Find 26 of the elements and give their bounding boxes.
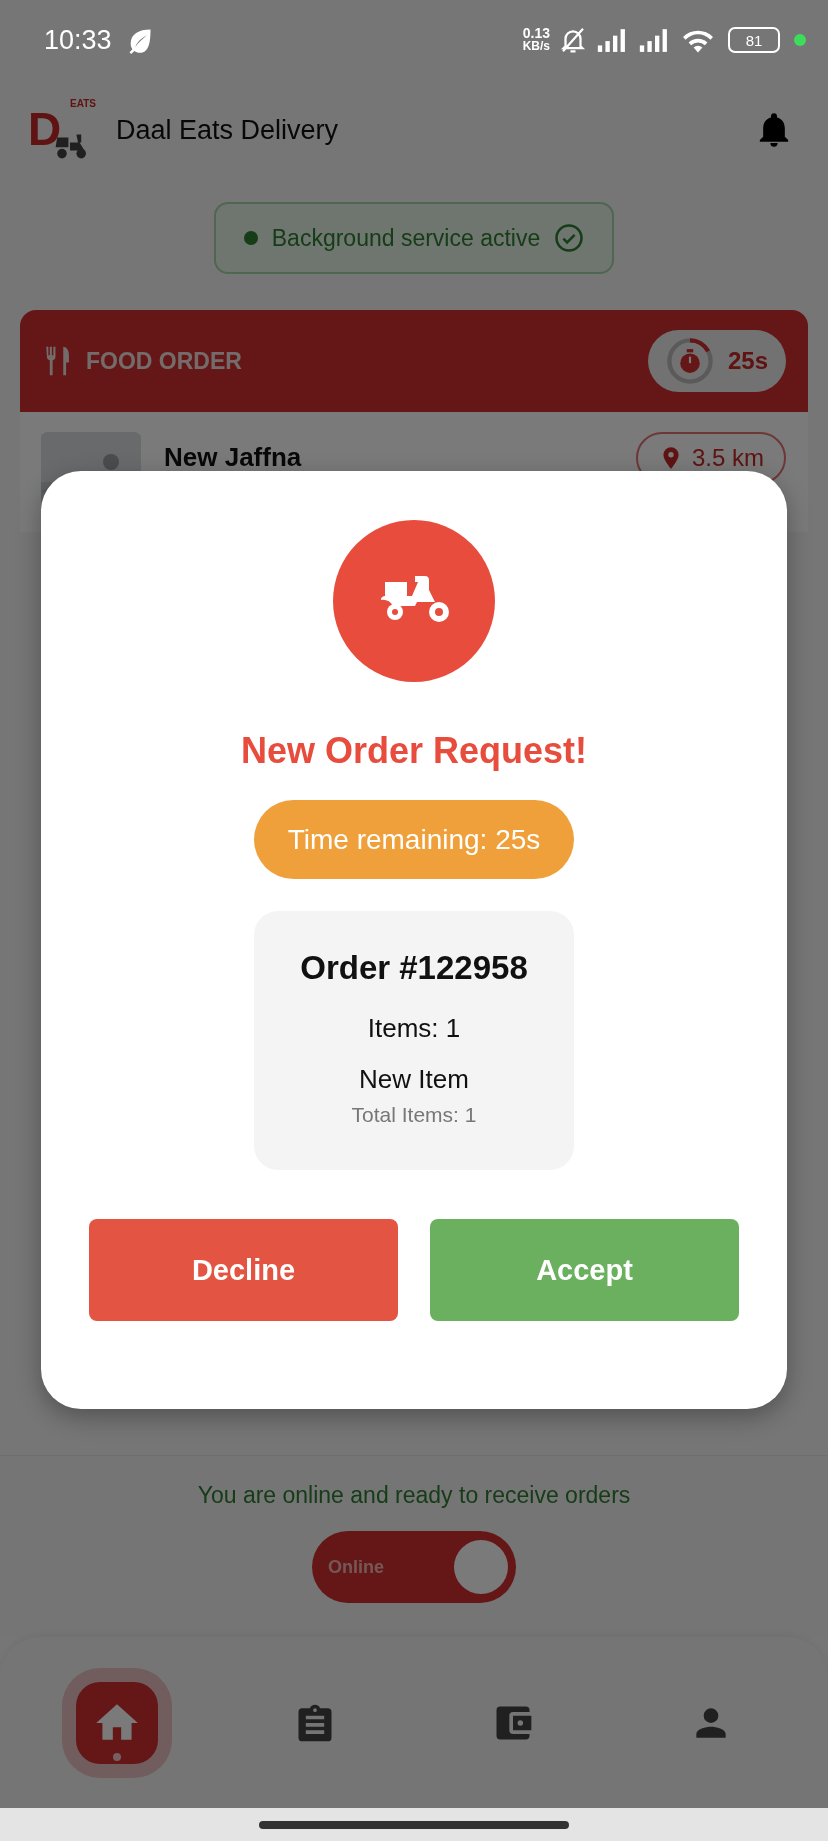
online-toggle[interactable]: Online	[312, 1531, 516, 1603]
restaurant-name: New Jaffna	[164, 442, 303, 473]
battery-indicator: 81	[728, 27, 780, 53]
check-circle-icon	[554, 223, 585, 253]
app-title: Daal Eats Delivery	[116, 114, 340, 146]
timer-badge: 25s	[647, 330, 786, 392]
dialog-title: New Order Request!	[240, 730, 588, 772]
total-items: Total Items: 1	[351, 1103, 477, 1127]
network-unit: KB/s	[522, 40, 550, 53]
order-number: Order #122958	[300, 949, 528, 987]
network-speed: 0.13	[522, 27, 550, 40]
status-dot	[243, 231, 258, 245]
items-count: Items: 1	[367, 1013, 461, 1044]
indicator-dot	[113, 1752, 121, 1761]
order-type-label: FOOD ORDER	[86, 347, 242, 375]
accept-button[interactable]: Accept	[430, 1219, 739, 1321]
time-remaining-badge: Time remaining: 25s	[253, 800, 575, 879]
status-time: 10:33	[44, 24, 112, 56]
online-message: You are online and ready to receive orders	[197, 1482, 631, 1509]
home-indicator-bar[interactable]	[259, 1820, 569, 1829]
privacy-dot	[794, 34, 806, 46]
nav-tab[interactable]	[76, 1681, 158, 1764]
scooter-icon	[333, 520, 495, 682]
item-name: New Item	[359, 1064, 469, 1095]
service-status-badge: Background service active	[213, 202, 615, 274]
decline-button[interactable]: Decline	[89, 1219, 398, 1321]
